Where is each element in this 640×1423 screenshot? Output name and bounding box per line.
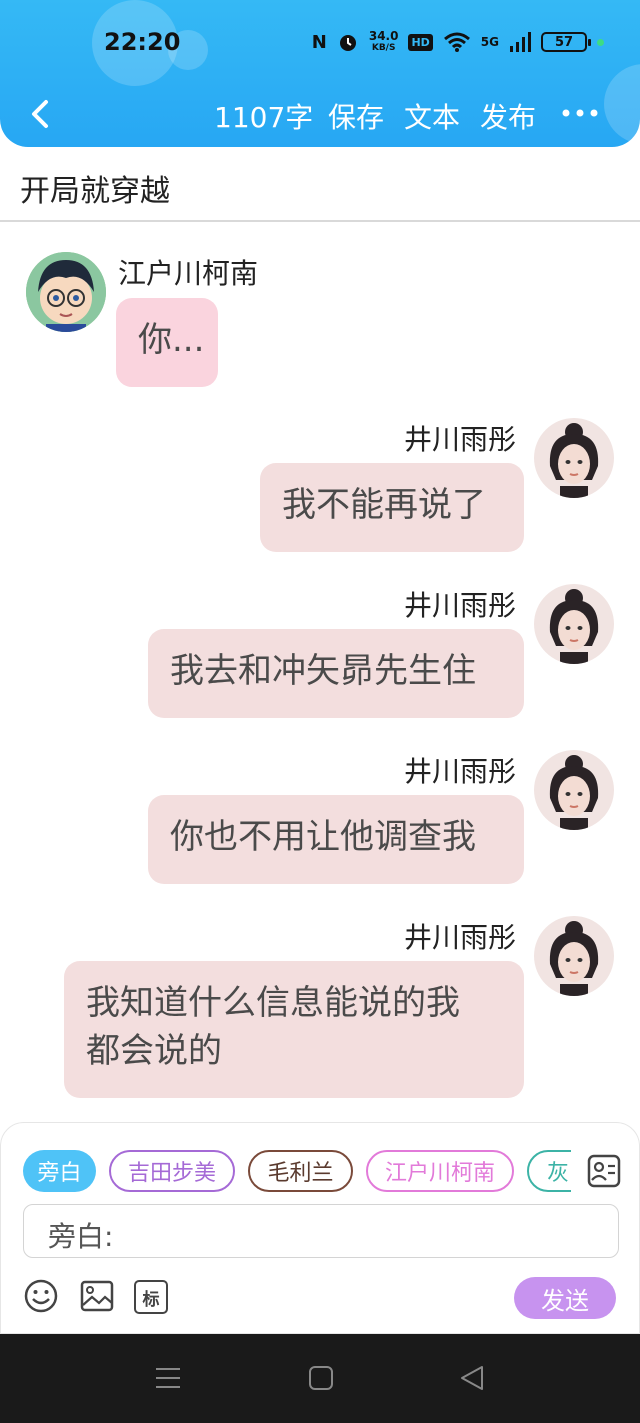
message-bubble[interactable]: 我不能再说了 [260, 463, 524, 552]
message-text-line: 都会说的 [86, 1031, 222, 1071]
message-text: 你... [138, 320, 205, 360]
sender-name: 井川雨彤 [404, 589, 517, 622]
role-chip[interactable]: 吉田步美 [109, 1150, 235, 1192]
image-icon[interactable] [79, 1278, 115, 1314]
sender-name: 井川雨彤 [404, 921, 517, 954]
message-text: 你也不用让他调查我 [170, 817, 476, 857]
charging-dot [597, 38, 604, 46]
girl-avatar-icon [534, 584, 614, 664]
message-bubble[interactable]: 你... [116, 298, 218, 387]
emoji-icon[interactable] [23, 1278, 59, 1314]
avatar[interactable] [534, 750, 614, 830]
signal-type: 5G [480, 35, 499, 49]
contacts-icon[interactable] [586, 1153, 622, 1189]
message-bubble[interactable]: 你也不用让他调查我 [148, 795, 524, 884]
avatar[interactable] [534, 418, 614, 498]
status-bar: 22:20 N 34.0 KB/S HD 5G 57 [0, 22, 640, 66]
avatar[interactable] [26, 252, 106, 332]
back-nav-icon[interactable] [458, 1364, 486, 1392]
story-title: 开局就穿越 [20, 174, 170, 209]
avatar[interactable] [534, 916, 614, 996]
role-chip[interactable]: 灰 [527, 1150, 571, 1192]
save-button[interactable]: 保存 [328, 96, 384, 136]
input-role-label: 旁白: [48, 1220, 114, 1253]
role-chip[interactable]: 毛利兰 [248, 1150, 353, 1192]
home-icon[interactable] [307, 1364, 335, 1392]
story-title-row[interactable]: 开局就穿越 [0, 150, 640, 222]
girl-avatar-icon [534, 916, 614, 996]
publish-button[interactable]: 发布 [480, 96, 536, 136]
sender-name: 江户川柯南 [118, 257, 259, 290]
signal-icon [510, 32, 531, 52]
sender-name: 井川雨彤 [404, 423, 517, 456]
message-bubble[interactable]: 我去和冲矢昴先生住 [148, 629, 524, 718]
role-chip-clip: 灰 [527, 1150, 571, 1192]
back-icon[interactable] [22, 94, 62, 134]
editor-toolbar: 1107字 保存 文本 发布 [0, 92, 640, 138]
girl-avatar-icon [534, 418, 614, 498]
word-count: 1107字 [214, 101, 314, 134]
nfc-icon: N [311, 31, 327, 53]
system-nav-bar [0, 1334, 640, 1423]
message-text: 我不能再说了 [282, 485, 486, 525]
message-bubble[interactable]: 我知道什么信息能说的我 都会说的 [64, 961, 524, 1098]
text-button[interactable]: 文本 [404, 96, 460, 136]
alarm-icon [339, 35, 356, 51]
battery-icon: 57 [541, 32, 591, 52]
net-speed-value: 34.0 [368, 29, 399, 43]
avatar[interactable] [534, 584, 614, 664]
app-header: 22:20 N 34.0 KB/S HD 5G 57 1107字 保存 文本 发… [0, 0, 640, 147]
role-chip-narration[interactable]: 旁白 [23, 1150, 96, 1192]
send-button[interactable]: 发送 [514, 1277, 616, 1319]
wifi-icon [443, 32, 470, 52]
status-time: 22:20 [104, 28, 181, 56]
status-icons: N 34.0 KB/S HD 5G 57 [312, 30, 604, 54]
network-speed: 34.0 KB/S [369, 30, 399, 54]
message-text: 我去和冲矢昴先生住 [170, 651, 476, 691]
message-composer: 旁白 吉田步美 毛利兰 江户川柯南 灰 旁白: 标 发送 [0, 1122, 640, 1334]
girl-avatar-icon [534, 750, 614, 830]
message-text-line: 我知道什么信息能说的我 [86, 983, 460, 1023]
more-icon[interactable] [560, 98, 600, 128]
tag-icon[interactable]: 标 [134, 1280, 168, 1314]
conan-avatar-icon [26, 252, 106, 332]
net-speed-unit: KB/S [371, 43, 396, 53]
role-chip[interactable]: 江户川柯南 [366, 1150, 514, 1192]
sender-name: 井川雨彤 [404, 755, 517, 788]
message-input[interactable]: 旁白: [23, 1204, 619, 1258]
hd-icon: HD [408, 33, 433, 51]
menu-icon[interactable] [154, 1364, 182, 1392]
